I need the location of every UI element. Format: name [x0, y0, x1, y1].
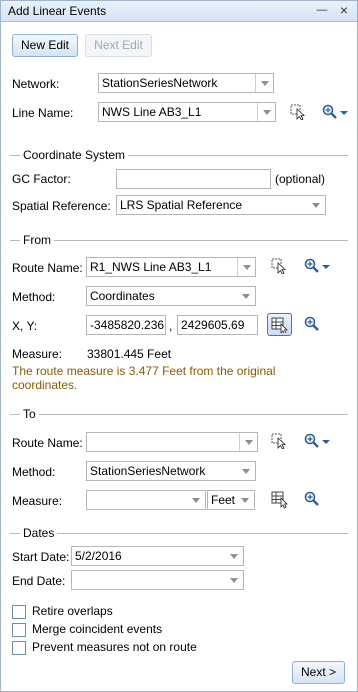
end-date-picker[interactable]: [71, 570, 244, 590]
measure-unit-value: Feet: [211, 493, 236, 507]
table-pick-icon[interactable]: [271, 491, 289, 509]
chevron-down-icon[interactable]: [187, 491, 205, 509]
capture-coordinate-button[interactable]: [267, 313, 292, 336]
measure-offset-message-line1: The route measure is 3.477 Feet from the…: [12, 364, 276, 378]
to-measure-label: Measure:: [12, 494, 63, 508]
start-date-picker[interactable]: 5/2/2016: [71, 546, 244, 566]
start-date-value: 5/2/2016: [75, 549, 122, 563]
next-button[interactable]: Next >: [292, 661, 345, 684]
network-value: StationSeriesNetwork: [102, 76, 218, 90]
select-route-on-map-icon[interactable]: [271, 258, 287, 274]
x-coordinate-input[interactable]: -3485820.236: [86, 315, 166, 335]
collapse-icon[interactable]: —: [315, 3, 329, 18]
y-coordinate-input[interactable]: 2429605.69: [177, 315, 258, 335]
select-line-on-map-icon[interactable]: [290, 104, 306, 120]
prevent-measures-checkbox[interactable]: [12, 641, 26, 655]
zoom-to-menu-icon[interactable]: [304, 258, 334, 274]
from-measure-label: Measure:: [12, 347, 63, 361]
measure-offset-message-line2: coordinates.: [12, 378, 78, 392]
to-measure-combo[interactable]: [86, 490, 206, 510]
zoom-to-menu-icon[interactable]: [322, 104, 352, 120]
retire-overlaps-checkbox[interactable]: [12, 605, 26, 619]
xy-separator: ,: [169, 319, 173, 333]
network-label: Network:: [12, 77, 60, 91]
chevron-down-icon[interactable]: [239, 433, 257, 451]
line-name-label: Line Name:: [12, 106, 74, 120]
to-route-name-label: Route Name:: [12, 436, 83, 450]
from-route-name-select[interactable]: R1_NWS Line AB3_L1: [86, 257, 256, 277]
gc-factor-hint: (optional): [275, 172, 326, 186]
coordinate-system-heading: Coordinate System: [20, 148, 129, 162]
next-edit-button[interactable]: Next Edit: [85, 34, 152, 57]
gc-factor-input[interactable]: [116, 169, 271, 189]
measure-unit-select[interactable]: Feet: [207, 490, 255, 510]
window-title: Add Linear Events: [8, 4, 107, 18]
merge-coincident-checkbox[interactable]: [12, 623, 26, 637]
spatial-reference-select[interactable]: LRS Spatial Reference: [116, 195, 326, 215]
from-divider: [10, 240, 348, 241]
spatial-reference-label: Spatial Reference:: [12, 199, 111, 213]
merge-coincident-label: Merge coincident events: [32, 622, 163, 636]
to-heading: To: [20, 407, 39, 421]
zoom-to-point-icon[interactable]: [304, 316, 320, 332]
chevron-down-icon[interactable]: [255, 74, 273, 92]
close-icon[interactable]: ×: [337, 3, 351, 18]
start-date-label: Start Date:: [12, 550, 70, 564]
from-method-select[interactable]: Coordinates: [86, 286, 256, 306]
from-method-label: Method:: [12, 290, 56, 304]
select-route-on-map-icon[interactable]: [271, 433, 287, 449]
chevron-down-icon[interactable]: [236, 491, 254, 509]
chevron-down-icon[interactable]: [237, 462, 255, 480]
dates-divider: [10, 533, 348, 534]
table-pick-icon: [271, 317, 288, 333]
spatial-reference-value: LRS Spatial Reference: [120, 198, 243, 212]
gc-factor-label: GC Factor:: [12, 172, 71, 186]
zoom-to-menu-icon[interactable]: [304, 433, 334, 449]
from-heading: From: [20, 233, 54, 247]
chevron-down-icon[interactable]: [237, 258, 255, 276]
retire-overlaps-label: Retire overlaps: [32, 604, 113, 618]
dates-heading: Dates: [20, 526, 58, 540]
end-date-label: End Date:: [12, 574, 66, 588]
new-edit-button[interactable]: New Edit: [12, 34, 78, 57]
line-name-value: NWS Line AB3_L1: [102, 105, 202, 119]
from-route-name-label: Route Name:: [12, 261, 83, 275]
title-bar: Add Linear Events — ×: [1, 1, 357, 22]
add-linear-events-panel: Add Linear Events — × New Edit Next Edit…: [0, 0, 358, 692]
from-route-name-value: R1_NWS Line AB3_L1: [90, 260, 212, 274]
prevent-measures-label: Prevent measures not on route: [32, 640, 197, 654]
from-method-value: Coordinates: [90, 289, 155, 303]
to-route-name-select[interactable]: [86, 432, 258, 452]
chevron-down-icon[interactable]: [237, 287, 255, 305]
xy-label: X, Y:: [12, 319, 38, 333]
chevron-down-icon[interactable]: [225, 547, 243, 565]
network-select[interactable]: StationSeriesNetwork: [98, 73, 274, 93]
line-name-select[interactable]: NWS Line AB3_L1: [98, 102, 276, 122]
to-method-select[interactable]: StationSeriesNetwork: [86, 461, 256, 481]
zoom-to-point-icon[interactable]: [304, 491, 320, 507]
chevron-down-icon[interactable]: [307, 196, 325, 214]
chevron-down-icon[interactable]: [225, 571, 243, 589]
to-method-label: Method:: [12, 465, 56, 479]
to-divider: [10, 414, 348, 415]
chevron-down-icon[interactable]: [257, 103, 275, 121]
from-measure-value: 33801.445 Feet: [87, 347, 172, 361]
to-method-value: StationSeriesNetwork: [90, 464, 206, 478]
